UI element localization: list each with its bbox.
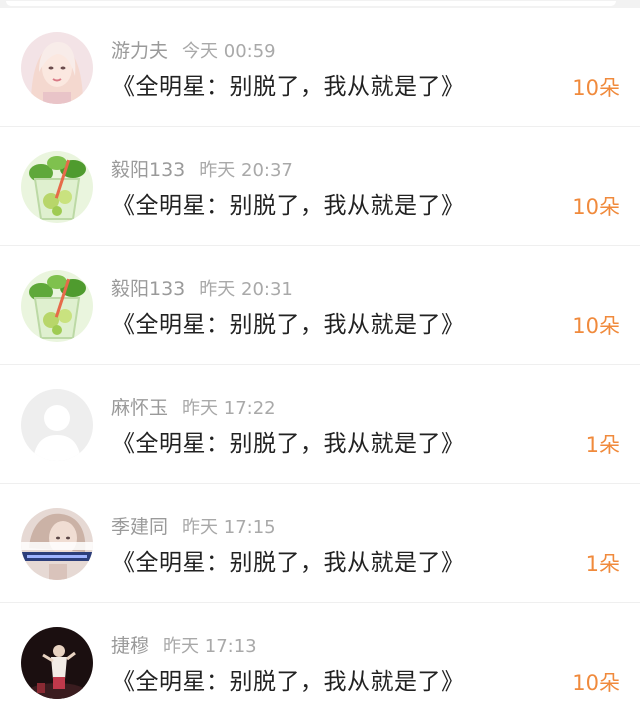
list-item[interactable]: 麻怀玉 昨天 17:22 《全明星：别脱了，我从就是了》 1朵	[0, 365, 640, 484]
avatar-mojito-drink-icon	[21, 270, 93, 342]
username[interactable]: 捷穆	[111, 635, 149, 657]
username[interactable]: 毅阳133	[111, 159, 185, 181]
username[interactable]: 毅阳133	[111, 278, 185, 300]
work-title[interactable]: 《全明星：别脱了，我从就是了》	[112, 546, 465, 580]
item-meta: 毅阳133 昨天 20:31	[111, 276, 293, 302]
username[interactable]: 游力夫	[111, 40, 168, 62]
timestamp: 昨天 17:13	[163, 636, 257, 657]
work-title[interactable]: 《全明星：别脱了，我从就是了》	[112, 665, 465, 699]
work-title[interactable]: 《全明星：别脱了，我从就是了》	[112, 189, 465, 223]
flower-count: 10朵	[572, 76, 620, 100]
item-meta: 季建同 昨天 17:15	[111, 514, 276, 540]
item-meta: 游力夫 今天 00:59	[111, 38, 276, 64]
user-avatar[interactable]	[21, 389, 93, 461]
avatar-default-gray-icon	[21, 389, 93, 461]
gift-list: 游力夫 今天 00:59 《全明星：别脱了，我从就是了》 10朵 毅阳133 昨天 …	[0, 8, 640, 722]
user-avatar[interactable]	[21, 270, 93, 342]
item-meta: 捷穆 昨天 17:13	[111, 633, 257, 659]
timestamp: 昨天 20:37	[199, 160, 293, 181]
timestamp: 昨天 17:22	[182, 398, 276, 419]
flower-count: 1朵	[585, 433, 620, 457]
list-item[interactable]: 捷穆 昨天 17:13 《全明星：别脱了，我从就是了》 10朵	[0, 603, 640, 722]
avatar-girl-pink-icon	[21, 32, 93, 104]
user-avatar[interactable]	[21, 508, 93, 580]
item-meta: 毅阳133 昨天 20:37	[111, 157, 293, 183]
work-title[interactable]: 《全明星：别脱了，我从就是了》	[112, 308, 465, 342]
avatar-mojito-drink-icon	[21, 151, 93, 223]
flower-count: 10朵	[572, 671, 620, 695]
avatar-dark-figure-icon	[21, 627, 93, 699]
username[interactable]: 季建同	[111, 516, 168, 538]
flower-count: 10朵	[572, 195, 620, 219]
timestamp: 昨天 20:31	[199, 279, 293, 300]
list-item[interactable]: 游力夫 今天 00:59 《全明星：别脱了，我从就是了》 10朵	[0, 8, 640, 127]
list-item[interactable]: 季建同 昨天 17:15 《全明星：别脱了，我从就是了》 1朵	[0, 484, 640, 603]
top-edge	[0, 0, 640, 8]
user-avatar[interactable]	[21, 32, 93, 104]
user-avatar[interactable]	[21, 627, 93, 699]
username[interactable]: 麻怀玉	[111, 397, 168, 419]
timestamp: 今天 00:59	[182, 41, 276, 62]
timestamp: 昨天 17:15	[182, 517, 276, 538]
list-item[interactable]: 毅阳133 昨天 20:37 《全明星：别脱了，我从就是了》 10朵	[0, 127, 640, 246]
avatar-girl-caption-icon	[21, 508, 93, 580]
work-title[interactable]: 《全明星：别脱了，我从就是了》	[112, 427, 465, 461]
flower-count: 1朵	[585, 552, 620, 576]
item-meta: 麻怀玉 昨天 17:22	[111, 395, 276, 421]
user-avatar[interactable]	[21, 151, 93, 223]
list-item[interactable]: 毅阳133 昨天 20:31 《全明星：别脱了，我从就是了》 10朵	[0, 246, 640, 365]
work-title[interactable]: 《全明星：别脱了，我从就是了》	[112, 70, 465, 104]
flower-count: 10朵	[572, 314, 620, 338]
